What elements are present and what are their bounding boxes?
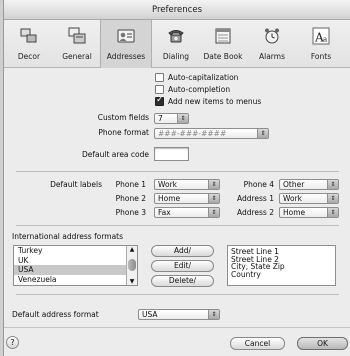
phone-3-label: Phone 3 [115, 208, 146, 217]
phone-3-popup[interactable]: Fax ⇕ [154, 207, 220, 218]
default-area-code-field[interactable] [154, 147, 189, 161]
svg-text:a: a [323, 36, 327, 44]
toolbar-label-date-book: Date Book [203, 52, 243, 61]
phone-1-value: Work [158, 180, 177, 189]
help-button[interactable]: ? [6, 336, 19, 349]
auto-completion-label: Auto-completion [168, 85, 231, 94]
default-address-format-value: USA [142, 310, 158, 319]
scroll-up-icon[interactable]: ▲ [128, 246, 136, 253]
custom-fields-popup[interactable]: 7 ⇕ [154, 113, 189, 124]
toolbar-item-dialing[interactable]: Dialing [153, 20, 199, 68]
toolbar-item-date-book[interactable]: Date Book [200, 20, 246, 68]
list-item[interactable]: Turkey [14, 246, 137, 256]
phone-4-value: Other [283, 180, 305, 189]
custom-fields-value: 7 [158, 114, 163, 123]
phone-3-value: Fax [158, 208, 171, 217]
toolbar-label-dialing: Dialing [162, 52, 190, 61]
ok-button[interactable]: OK [297, 337, 348, 350]
add-format-button[interactable]: Add/ [151, 245, 214, 257]
popup-arrows-icon: ⇕ [208, 194, 219, 203]
auto-capitalization-label: Auto-capitalization [168, 73, 239, 82]
alarm-clock-icon [265, 28, 279, 44]
phone-4-popup[interactable]: Other ⇕ [279, 179, 339, 190]
address-format-preview: Street Line 1 Street Line 2 City, State … [227, 245, 336, 286]
delete-format-button[interactable]: Delete/ [151, 275, 214, 287]
preview-line: Country [231, 269, 261, 279]
phone-2-value: Home [158, 194, 181, 203]
default-address-format-label: Default address format [12, 310, 99, 319]
general-icon [68, 27, 86, 44]
toolbar-label-alarms: Alarms [259, 52, 285, 61]
popup-arrows-icon: ⇕ [257, 129, 268, 138]
preferences-window: Preferences Decor General Addresses Dial… [3, 0, 350, 356]
phone-1-label: Phone 1 [115, 180, 146, 189]
auto-capitalization-checkbox[interactable] [155, 73, 164, 82]
toolbar-item-decor[interactable]: Decor [6, 20, 52, 68]
edit-format-button[interactable]: Edit/ [151, 260, 214, 272]
list-item[interactable]: Venezuela [14, 275, 137, 285]
popup-arrows-icon: ⇕ [327, 194, 338, 203]
address-1-label: Address 1 [236, 194, 274, 203]
phone-4-label: Phone 4 [243, 180, 274, 189]
address-2-label: Address 2 [236, 208, 274, 217]
phone-format-value: ###-###-#### [158, 129, 227, 138]
scroll-thumb[interactable] [128, 259, 136, 271]
preferences-toolbar: Decor General Addresses Dialing Date Boo… [4, 20, 350, 68]
list-scrollbar[interactable]: ▲ ▼ [126, 246, 137, 285]
popup-arrows-icon: ⇕ [208, 180, 219, 189]
list-item-selected[interactable]: USA [14, 265, 137, 275]
toolbar-label-general: General [62, 52, 92, 61]
address-1-popup[interactable]: Work ⇕ [279, 193, 339, 204]
default-labels-label: Default labels [50, 180, 102, 189]
toolbar-label-fonts: Fonts [310, 52, 332, 61]
divider [4, 327, 350, 328]
toolbar-label-decor: Decor [17, 52, 41, 61]
add-new-items-label: Add new items to menus [168, 97, 262, 106]
divider [16, 171, 339, 172]
add-new-items-checkbox[interactable] [155, 95, 164, 106]
default-address-format-popup[interactable]: USA ⇕ [138, 309, 220, 320]
custom-fields-label: Custom fields [97, 113, 149, 122]
international-formats-label: International address formats [12, 232, 124, 241]
fonts-icon: Aa [312, 27, 330, 45]
toolbar-item-fonts[interactable]: Aa Fonts [298, 20, 344, 68]
divider [16, 294, 339, 295]
cancel-button[interactable]: Cancel [230, 337, 285, 350]
phone-1-popup[interactable]: Work ⇕ [154, 179, 220, 190]
toolbar-item-general[interactable]: General [54, 20, 100, 68]
divider [16, 225, 339, 226]
address-2-value: Home [283, 208, 306, 217]
address-2-popup[interactable]: Home ⇕ [279, 207, 339, 218]
window-title: Preferences [4, 0, 350, 20]
default-area-code-label: Default area code [82, 150, 149, 159]
toolbar-item-alarms[interactable]: Alarms [249, 20, 295, 68]
decor-icon [20, 28, 37, 43]
toolbar-label-addresses: Addresses [106, 52, 146, 61]
toolbar-item-addresses[interactable]: Addresses [100, 20, 152, 68]
telephone-icon [168, 30, 184, 43]
auto-completion-checkbox[interactable] [155, 85, 164, 94]
addresses-pane: Auto-capitalization Auto-completion Add … [4, 69, 350, 356]
popup-arrows-icon: ⇕ [208, 310, 219, 319]
phone-format-popup[interactable]: ###-###-#### ⇕ [154, 128, 269, 139]
addresses-icon [117, 29, 135, 43]
phone-2-popup[interactable]: Home ⇕ [154, 193, 220, 204]
country-list[interactable]: Turkey UK USA Venezuela ▲ ▼ [13, 245, 138, 286]
list-item[interactable]: UK [14, 256, 137, 266]
phone-2-label: Phone 2 [115, 194, 146, 203]
popup-arrows-icon: ⇕ [177, 114, 188, 123]
popup-arrows-icon: ⇕ [327, 208, 338, 217]
popup-arrows-icon: ⇕ [327, 180, 338, 189]
date-book-icon [215, 28, 231, 44]
phone-format-label: Phone format [98, 128, 149, 137]
address-1-value: Work [283, 194, 302, 203]
scroll-down-icon[interactable]: ▼ [128, 278, 136, 285]
popup-arrows-icon: ⇕ [208, 208, 219, 217]
